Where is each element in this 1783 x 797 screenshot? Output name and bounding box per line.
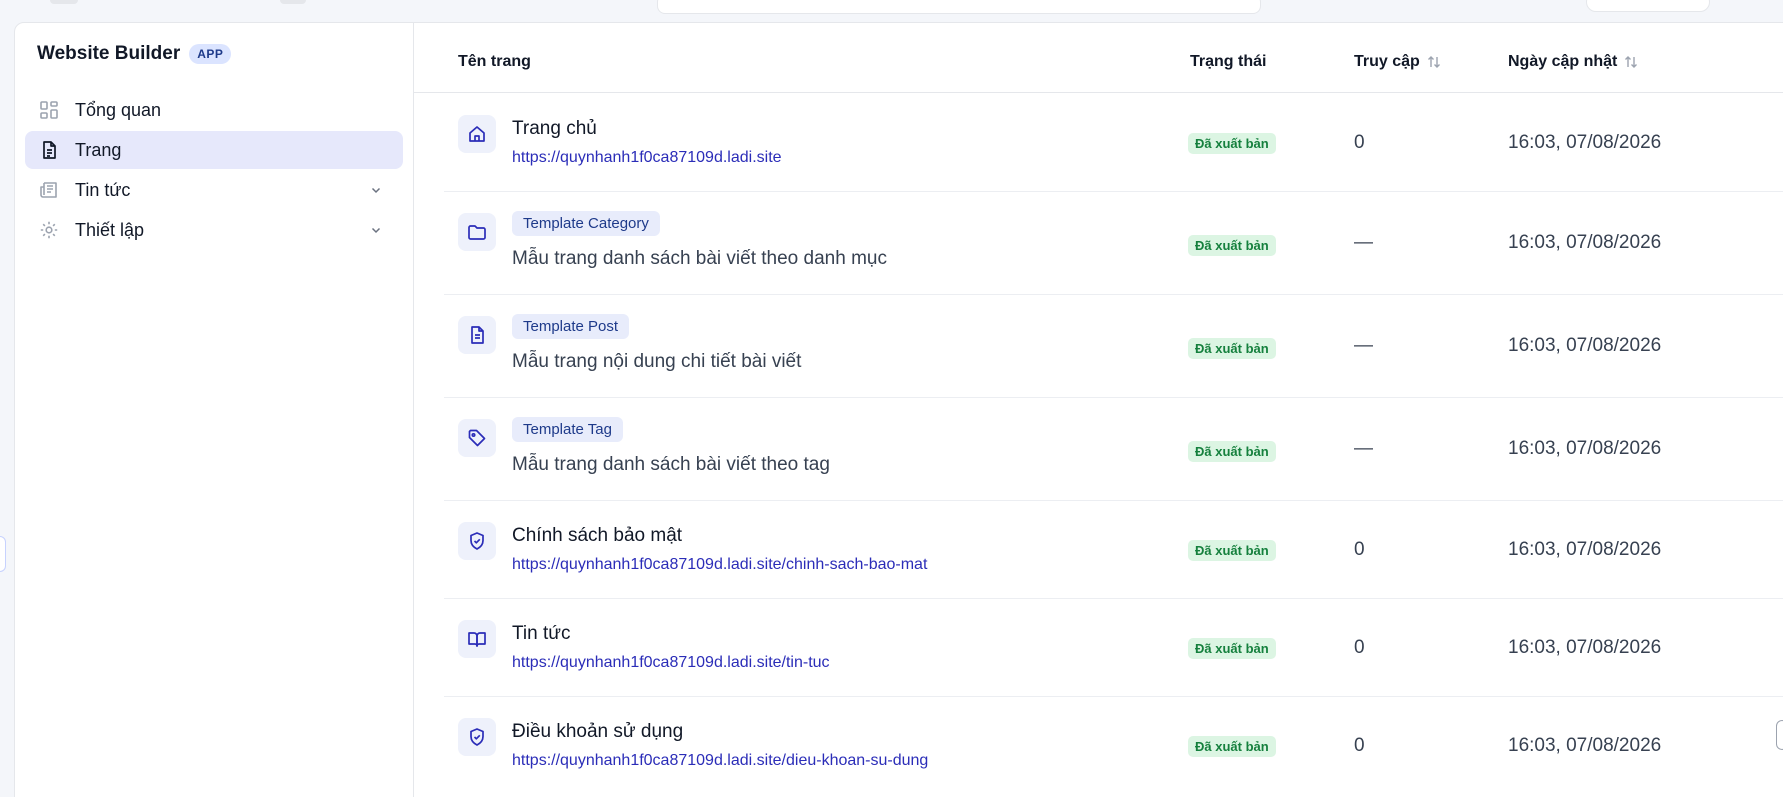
table-row[interactable]: Trang chủ https://quynhanh1f0ca87109d.la… — [444, 94, 1783, 192]
visits-count: — — [1354, 335, 1373, 356]
column-header-status: Trạng thái — [1190, 53, 1267, 70]
sidebar-item-overview[interactable]: Tổng quan — [25, 91, 403, 129]
page-url-link[interactable]: https://quynhanh1f0ca87109d.ladi.site/ch… — [512, 556, 927, 574]
visits-count: — — [1354, 438, 1373, 459]
book-open-icon — [458, 620, 496, 658]
sidebar-header: Website Builder APP — [37, 43, 232, 65]
visits-count: 0 — [1354, 637, 1365, 658]
updated-date: 16:03, 07/08/2026 — [1508, 232, 1662, 253]
status-badge: Đã xuất bản — [1188, 540, 1276, 561]
table-row[interactable]: Template Category Mẫu trang danh sách bà… — [444, 192, 1783, 295]
template-tag: Template Category — [512, 211, 660, 236]
table-header: Tên trang Trạng thái Truy cập Ngày cập n… — [414, 23, 1783, 93]
scroll-handle[interactable] — [1776, 720, 1783, 750]
status-badge: Đã xuất bản — [1188, 133, 1276, 154]
top-bar — [0, 0, 1783, 22]
table-row[interactable]: Chính sách bảo mật https://quynhanh1f0ca… — [444, 501, 1783, 599]
updated-date: 16:03, 07/08/2026 — [1508, 438, 1662, 459]
page-url-link[interactable]: https://quynhanh1f0ca87109d.ladi.site/ti… — [512, 654, 830, 672]
sidebar-item-label: Tin tức — [75, 179, 131, 200]
page-url-link[interactable]: https://quynhanh1f0ca87109d.ladi.site/di… — [512, 752, 928, 770]
sidebar-item-settings[interactable]: Thiết lập — [25, 211, 403, 249]
page-title[interactable]: Điều khoản sử dụng — [512, 721, 683, 743]
status-badge: Đã xuất bản — [1188, 736, 1276, 757]
page-title[interactable]: Chính sách bảo mật — [512, 525, 682, 547]
status-badge: Đã xuất bản — [1188, 338, 1276, 359]
folder-icon — [458, 213, 496, 251]
updated-date: 16:03, 07/08/2026 — [1508, 735, 1662, 756]
updated-date: 16:03, 07/08/2026 — [1508, 539, 1662, 560]
sidebar-nav: Tổng quan Trang Tin tức Thiết lập — [25, 91, 403, 251]
app-title: Website Builder — [37, 43, 181, 64]
sidebar-item-label: Thiết lập — [75, 219, 145, 240]
pages-table: Tên trang Trạng thái Truy cập Ngày cập n… — [414, 22, 1783, 797]
sidebar-item-pages[interactable]: Trang — [25, 131, 403, 169]
page-title[interactable]: Tin tức — [512, 623, 570, 645]
updated-date: 16:03, 07/08/2026 — [1508, 132, 1662, 153]
visits-count: 0 — [1354, 132, 1365, 153]
column-header-name: Tên trang — [458, 53, 531, 70]
sidebar-item-label: Tổng quan — [75, 99, 162, 120]
updated-date: 16:03, 07/08/2026 — [1508, 637, 1662, 658]
sort-icon[interactable] — [1426, 54, 1442, 70]
top-tab[interactable] — [50, 0, 78, 4]
page-url-link[interactable]: https://quynhanh1f0ca87109d.ladi.site — [512, 149, 782, 167]
sidebar: Website Builder APP Tổng quan Trang Tin … — [14, 22, 414, 797]
updated-date: 16:03, 07/08/2026 — [1508, 335, 1662, 356]
top-tab[interactable] — [280, 0, 306, 4]
table-row[interactable]: Template Post Mẫu trang nội dung chi tiế… — [444, 295, 1783, 398]
table-row[interactable]: Tin tức https://quynhanh1f0ca87109d.ladi… — [444, 599, 1783, 697]
visits-count: — — [1354, 232, 1373, 253]
sidebar-item-news[interactable]: Tin tức — [25, 171, 403, 209]
visits-count: 0 — [1354, 735, 1365, 756]
status-badge: Đã xuất bản — [1188, 638, 1276, 659]
chevron-down-icon[interactable] — [367, 221, 385, 239]
template-tag: Template Tag — [512, 417, 623, 442]
grid-icon — [37, 98, 61, 122]
template-tag: Template Post — [512, 314, 630, 339]
sidebar-item-label: Trang — [75, 139, 122, 160]
column-header-visits[interactable]: Truy cập — [1354, 53, 1442, 71]
tag-icon — [458, 419, 496, 457]
account-pill[interactable] — [1586, 0, 1710, 12]
status-badge: Đã xuất bản — [1188, 235, 1276, 256]
page-description: Mẫu trang nội dung chi tiết bài viết — [512, 351, 802, 372]
table-row[interactable]: Điều khoản sử dụng https://quynhanh1f0ca… — [444, 697, 1783, 797]
page-title[interactable]: Trang chủ — [512, 118, 597, 140]
page-description: Mẫu trang danh sách bài viết theo danh m… — [512, 248, 887, 269]
gear-icon — [37, 218, 61, 242]
home-icon — [458, 115, 496, 153]
shield-check-icon — [458, 522, 496, 560]
document-icon — [37, 138, 61, 162]
collapse-handle[interactable] — [0, 536, 6, 572]
chevron-down-icon[interactable] — [367, 181, 385, 199]
page-description: Mẫu trang danh sách bài viết theo tag — [512, 454, 830, 475]
status-badge: Đã xuất bản — [1188, 441, 1276, 462]
shield-check-icon — [458, 718, 496, 756]
newspaper-icon — [37, 178, 61, 202]
column-header-updated[interactable]: Ngày cập nhật — [1508, 53, 1639, 71]
visits-count: 0 — [1354, 539, 1365, 560]
table-row[interactable]: Template Tag Mẫu trang danh sách bài viế… — [444, 398, 1783, 501]
search-input[interactable] — [657, 0, 1261, 14]
file-text-icon — [458, 316, 496, 354]
sort-icon[interactable] — [1623, 54, 1639, 70]
app-badge: APP — [189, 44, 232, 64]
